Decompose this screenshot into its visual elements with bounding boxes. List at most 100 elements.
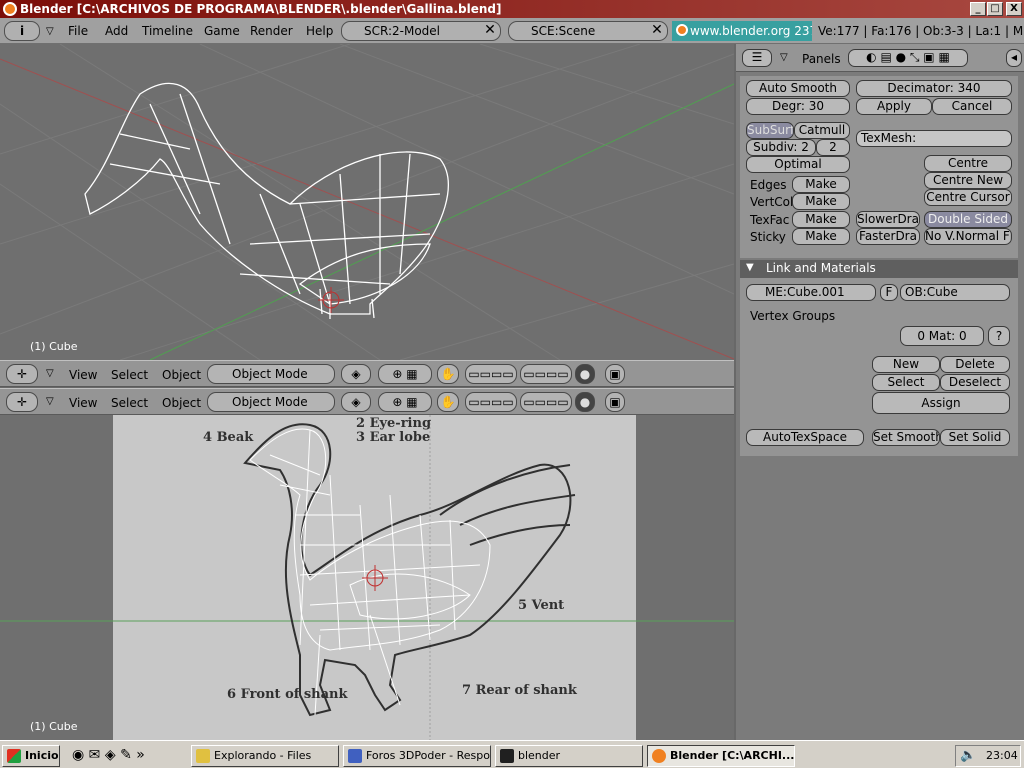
draw-type-icon[interactable]: ◈ [341, 364, 371, 384]
draw-type-icon[interactable]: ◈ [341, 392, 371, 412]
volume-icon[interactable]: 🔈 [960, 748, 976, 763]
maximize-button[interactable]: □ [987, 2, 1003, 16]
menu-render[interactable]: Render [250, 24, 293, 38]
subsurf-toggle[interactable]: SubSurf [746, 122, 794, 139]
scene-name: SCE:Scene [531, 24, 596, 38]
info-icon[interactable]: i [4, 21, 40, 41]
centre-new-button[interactable]: Centre New [924, 172, 1012, 189]
lock-icon[interactable]: ● [575, 392, 595, 412]
material-help-button[interactable]: ? [988, 326, 1010, 346]
menu-help[interactable]: Help [306, 24, 333, 38]
menu-view[interactable]: View [69, 368, 97, 382]
panels-menu[interactable]: Panels [802, 52, 841, 66]
material-assign-button[interactable]: Assign [872, 392, 1010, 414]
editor-type-icon[interactable]: ☰ [742, 49, 772, 67]
subdiv-render-field[interactable]: 2 [816, 139, 850, 156]
scene-selector[interactable]: SCE:Scene [508, 21, 668, 41]
collapse-menu-icon[interactable]: ▽ [780, 52, 788, 63]
collapse-menu-icon[interactable]: ▽ [46, 396, 54, 407]
menu-select[interactable]: Select [111, 396, 148, 410]
mode-dropdown[interactable]: Object Mode [207, 392, 335, 412]
edges-make-button[interactable]: Make [792, 176, 850, 193]
quick-launch[interactable]: ◉ ✉ ◈ ✎ » [72, 747, 162, 765]
url-text: www.blender.org 237 [690, 24, 812, 38]
subdiv-field[interactable]: Subdiv: 2 [746, 139, 816, 156]
pivot-icon[interactable]: ⊕ ▦ [378, 392, 432, 412]
set-smooth-button[interactable]: Set Smooth [872, 429, 940, 446]
blender-url-link[interactable]: www.blender.org 237 [672, 21, 812, 41]
object-name-field[interactable]: OB:Cube [900, 284, 1010, 301]
layers-row-1[interactable]: ▭▭▭▭ [465, 364, 517, 384]
start-label: Inicio [25, 749, 59, 762]
3d-viewport-bottom[interactable]: 4 Beak 2 Eye-ring 3 Ear lobe 5 Vent 6 Fr… [0, 415, 734, 740]
menu-file[interactable]: File [68, 24, 88, 38]
task-explorando-files[interactable]: Explorando - Files [191, 745, 339, 767]
close-button[interactable]: X [1006, 2, 1022, 16]
material-delete-button[interactable]: Delete [940, 356, 1010, 373]
delete-scene-icon[interactable]: ✕ [648, 22, 666, 40]
centre-button[interactable]: Centre [924, 155, 1012, 172]
decimator-field[interactable]: Decimator: 340 [856, 80, 1012, 97]
menu-timeline[interactable]: Timeline [142, 24, 193, 38]
screen-selector[interactable]: SCR:2-Model [341, 21, 501, 41]
auto-smooth-button[interactable]: Auto Smooth [746, 80, 850, 97]
panel-collapse-icon[interactable]: ▼ [746, 262, 754, 273]
apply-button[interactable]: Apply [856, 98, 932, 115]
lock-icon[interactable]: ● [575, 364, 595, 384]
menu-object[interactable]: Object [162, 368, 201, 382]
double-sided-toggle[interactable]: Double Sided [924, 211, 1012, 228]
hand-icon[interactable]: ✋ [437, 392, 459, 412]
optimal-toggle[interactable]: Optimal [746, 156, 850, 173]
render-preview-icon[interactable]: ▣ [605, 364, 625, 384]
3d-viewport-top-header: ✛ ▽ View Select Object Object Mode ◈ ⊕ ▦… [0, 360, 734, 387]
material-new-button[interactable]: New [872, 356, 940, 373]
hand-icon[interactable]: ✋ [437, 364, 459, 384]
autotexspace-toggle[interactable]: AutoTexSpace [746, 429, 864, 446]
menu-game[interactable]: Game [204, 24, 240, 38]
layers-row-2[interactable]: ▭▭▭▭ [520, 364, 572, 384]
task-blender-console[interactable]: blender [495, 745, 643, 767]
centre-cursor-button[interactable]: Centre Cursor [924, 189, 1012, 206]
task-blender-main[interactable]: Blender [C:\ARCHI... [647, 745, 795, 767]
delete-screen-icon[interactable]: ✕ [481, 22, 499, 40]
collapse-menu-icon[interactable]: ▽ [46, 26, 54, 37]
texface-make-button[interactable]: Make [792, 211, 850, 228]
menu-object[interactable]: Object [162, 396, 201, 410]
minimize-button[interactable]: _ [970, 2, 986, 16]
mesh-datablock-field[interactable]: ME:Cube.001 [746, 284, 876, 301]
material-index-field[interactable]: 0 Mat: 0 [900, 326, 984, 346]
start-button[interactable]: Inicio [2, 745, 60, 767]
context-icons[interactable]: ◐ ▤ ● ⤡ ▣ ▦ [848, 49, 968, 67]
faster-draw-button[interactable]: FasterDra [856, 228, 920, 245]
3d-viewport-top[interactable]: (1) Cube [0, 44, 734, 360]
sticky-make-button[interactable]: Make [792, 228, 850, 245]
pivot-icon[interactable]: ⊕ ▦ [378, 364, 432, 384]
texmesh-field[interactable]: TexMesh: [856, 130, 1012, 147]
cancel-button[interactable]: Cancel [932, 98, 1012, 115]
render-preview-icon[interactable]: ▣ [605, 392, 625, 412]
no-vnormal-flip-toggle[interactable]: No V.Normal Fl [924, 228, 1012, 245]
mode-dropdown[interactable]: Object Mode [207, 364, 335, 384]
fake-user-toggle[interactable]: F [880, 284, 898, 301]
slower-draw-button[interactable]: SlowerDra [856, 211, 920, 228]
layers-row-1[interactable]: ▭▭▭▭ [465, 392, 517, 412]
hen-label-beak: 4 Beak [203, 430, 254, 445]
mode-label: Object Mode [232, 367, 308, 381]
collapse-menu-icon[interactable]: ▽ [46, 368, 54, 379]
catmull-dropdown[interactable]: Catmull [794, 122, 850, 139]
editor-type-icon[interactable]: ✛ [6, 392, 38, 412]
material-deselect-button[interactable]: Deselect [940, 374, 1010, 391]
degr-field[interactable]: Degr: 30 [746, 98, 850, 115]
link-materials-title: Link and Materials [766, 261, 876, 275]
material-select-button[interactable]: Select [872, 374, 940, 391]
menu-select[interactable]: Select [111, 368, 148, 382]
scroll-left-icon[interactable]: ◂ [1006, 49, 1022, 67]
layers-row-2[interactable]: ▭▭▭▭ [520, 392, 572, 412]
set-solid-button[interactable]: Set Solid [940, 429, 1010, 446]
vertcol-make-button[interactable]: Make [792, 193, 850, 210]
link-materials-header[interactable]: ▼ Link and Materials [740, 260, 1018, 278]
menu-view[interactable]: View [69, 396, 97, 410]
task-foros-3dpoder[interactable]: Foros 3DPoder - Respo... [343, 745, 491, 767]
menu-add[interactable]: Add [105, 24, 128, 38]
editor-type-icon[interactable]: ✛ [6, 364, 38, 384]
